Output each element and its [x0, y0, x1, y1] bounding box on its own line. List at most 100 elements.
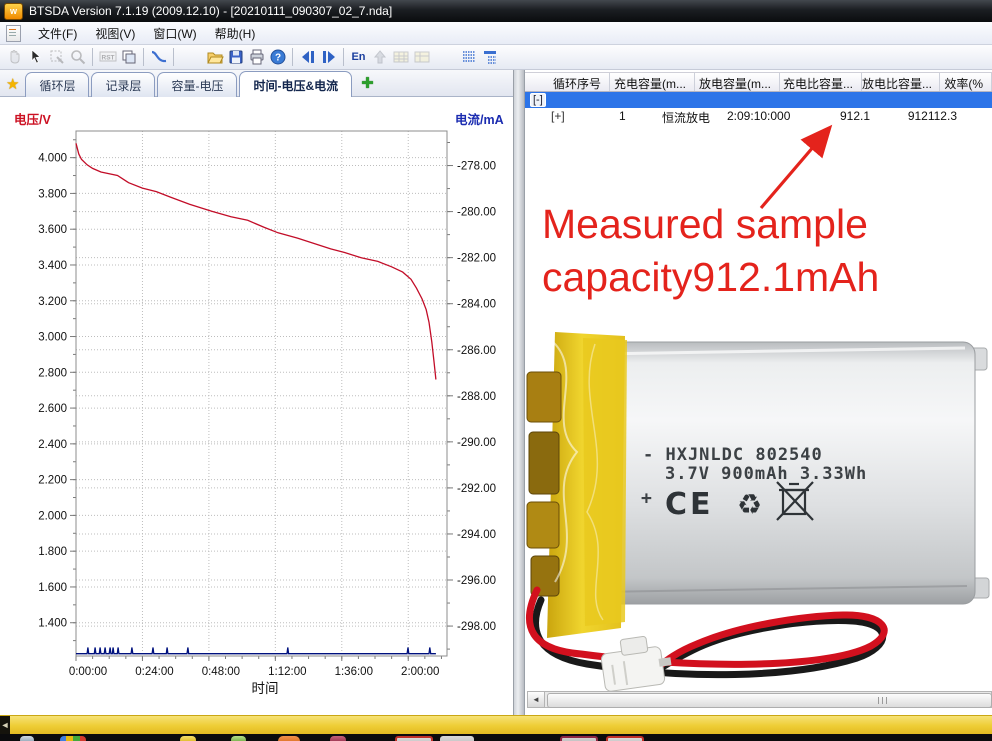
time-voltage-current-chart: 0:00:000:24:000:48:001:12:001:36:002:00:… — [0, 97, 513, 714]
tab-1[interactable]: 循环层 — [25, 72, 89, 97]
recycle-icon: ♻ — [737, 489, 762, 520]
svg-text:3.600: 3.600 — [38, 224, 67, 236]
svg-text:-294.00: -294.00 — [457, 529, 496, 541]
tab-2[interactable]: 记录层 — [91, 72, 155, 97]
taskbar-icon[interactable] — [330, 736, 346, 741]
svg-text:-292.00: -292.00 — [457, 483, 496, 495]
column-header-4[interactable]: 充电比容量... — [780, 73, 862, 91]
tab-3[interactable]: 容量-电压 — [157, 72, 237, 97]
menu-H[interactable]: 帮助(H) — [206, 25, 265, 43]
column-header-5[interactable]: 放电比容量... — [862, 73, 940, 91]
svg-text:时间: 时间 — [252, 681, 279, 696]
collapse-toggle[interactable]: [-] — [530, 93, 546, 107]
toolbar-separator — [92, 48, 93, 66]
menu-V[interactable]: 视图(V) — [86, 25, 144, 43]
expand-toggle[interactable]: [+] — [551, 109, 565, 123]
taskbar-icon[interactable] — [278, 736, 300, 741]
menu-F[interactable]: 文件(F) — [29, 25, 86, 43]
svg-text:电流/mA: 电流/mA — [455, 112, 504, 127]
language-icon[interactable]: En — [348, 47, 369, 67]
results-panel: 循环序号充电容量(m...放电容量(m...充电比容量...放电比容量...效率… — [525, 70, 992, 715]
curve-tool-icon[interactable] — [148, 47, 169, 67]
horizontal-scrollbar[interactable]: ◄ — [527, 691, 992, 708]
ce-mark: CE — [665, 487, 714, 522]
battery-photo: - HXJNLDC 802540 3.7V 900mAh 3.33Wh + CE… — [525, 332, 992, 692]
step-type-cell: 恒流放电 — [662, 109, 710, 126]
toolbar-separator — [343, 48, 344, 66]
favorite-star-icon[interactable]: ★ — [6, 75, 19, 93]
capacity-annotation: Measured sample capacity912.1mAh — [542, 198, 879, 304]
tab-4[interactable]: 时间-电压&电流 — [239, 71, 352, 97]
scrollbar-grip — [878, 697, 890, 704]
svg-text:2.800: 2.800 — [38, 367, 67, 379]
scroll-left-button[interactable]: ◄ — [528, 692, 545, 707]
capacity-cell: 912.1 — [840, 109, 870, 123]
open-file-icon[interactable] — [204, 47, 225, 67]
save-icon[interactable] — [225, 47, 246, 67]
svg-text:3.000: 3.000 — [38, 332, 67, 344]
cursor-icon[interactable] — [25, 47, 46, 67]
toolbar-separator — [143, 48, 144, 66]
menu-W[interactable]: 窗口(W) — [144, 25, 205, 43]
svg-text:1.600: 1.600 — [38, 582, 67, 594]
chart-area: 0:00:000:24:000:48:001:12:001:36:002:00:… — [0, 97, 513, 719]
app-icon: w — [4, 3, 23, 20]
taskbar-icon[interactable] — [20, 736, 34, 741]
taskbar-icon[interactable] — [231, 736, 246, 741]
step-row[interactable]: [+] 1 恒流放电 2:09:10:000 912.1 912112.3 — [525, 108, 992, 125]
column-header-3[interactable]: 放电容量(m... — [695, 73, 780, 91]
svg-text:-280.00: -280.00 — [457, 207, 496, 219]
grid-view2-icon — [411, 47, 432, 67]
series-电流 — [76, 648, 436, 654]
svg-text:2:00:00: 2:00:00 — [401, 666, 439, 678]
svg-text:-282.00: -282.00 — [457, 253, 496, 265]
detail-view-icon[interactable] — [479, 47, 500, 67]
svg-text:-278.00: -278.00 — [457, 161, 496, 173]
list-view-icon[interactable] — [458, 47, 479, 67]
column-header-1[interactable]: 循环序号 — [525, 73, 610, 91]
taskbar-icon[interactable] — [395, 736, 433, 741]
document-icon — [6, 25, 21, 42]
svg-text:2.400: 2.400 — [38, 439, 67, 451]
background-window-bar: ◄ — [0, 715, 992, 734]
next-record-icon[interactable] — [318, 47, 339, 67]
svg-text:-288.00: -288.00 — [457, 391, 496, 403]
taskbar-icon[interactable] — [60, 736, 86, 741]
splitter-handle[interactable] — [513, 70, 525, 715]
column-header-2[interactable]: 充电容量(m... — [610, 73, 695, 91]
duration-cell: 2:09:10:000 — [727, 109, 790, 123]
collapse-arrow-icon[interactable]: ◄ — [0, 716, 10, 734]
print-icon[interactable] — [246, 47, 267, 67]
taskbar-icon[interactable] — [180, 736, 196, 741]
svg-text:1:36:00: 1:36:00 — [335, 666, 373, 678]
svg-text:0:24:00: 0:24:00 — [135, 666, 173, 678]
add-tab-icon[interactable]: ✚ — [361, 74, 374, 92]
svg-text:3.800: 3.800 — [38, 188, 67, 200]
window-title: BTSDA Version 7.1.19 (2009.12.10) - [202… — [29, 4, 392, 18]
prev-record-icon[interactable] — [297, 47, 318, 67]
toolbar-separator — [292, 48, 293, 66]
svg-text:-284.00: -284.00 — [457, 299, 496, 311]
help-icon[interactable]: ? — [267, 47, 288, 67]
column-header-6[interactable]: 效率(% — [940, 73, 992, 91]
svg-text:0:00:00: 0:00:00 — [69, 666, 107, 678]
step-number-cell: 1 — [619, 109, 626, 123]
copy-layout-icon[interactable] — [118, 47, 139, 67]
titlebar: w BTSDA Version 7.1.19 (2009.12.10) - [2… — [0, 0, 992, 22]
scrollbar-thumb[interactable] — [547, 693, 992, 708]
svg-text:2.200: 2.200 — [38, 475, 67, 487]
menubar: 文件(F)视图(V)窗口(W)帮助(H) — [0, 22, 992, 45]
taskbar-icon[interactable] — [560, 736, 598, 741]
grid-header: 循环序号充电容量(m...放电容量(m...充电比容量...放电比容量...效率… — [525, 72, 992, 92]
cycle-row-selected[interactable]: [-] — [525, 92, 992, 108]
battery-label-spec: 3.7V 900mAh 3.33Wh — [665, 464, 867, 484]
taskbar-icon[interactable] — [606, 736, 644, 741]
specific-capacity-cell: 912112.3 — [900, 109, 957, 123]
svg-text:1.400: 1.400 — [38, 618, 67, 630]
taskbar-icon[interactable] — [440, 736, 474, 741]
grid-view-icon — [390, 47, 411, 67]
toolbar-separator — [173, 48, 174, 66]
tab-bar: ★ 循环层记录层容量-电压时间-电压&电流 ✚ — [0, 70, 513, 97]
svg-text:-290.00: -290.00 — [457, 437, 496, 449]
annotation-line1: Measured sample — [542, 198, 879, 251]
